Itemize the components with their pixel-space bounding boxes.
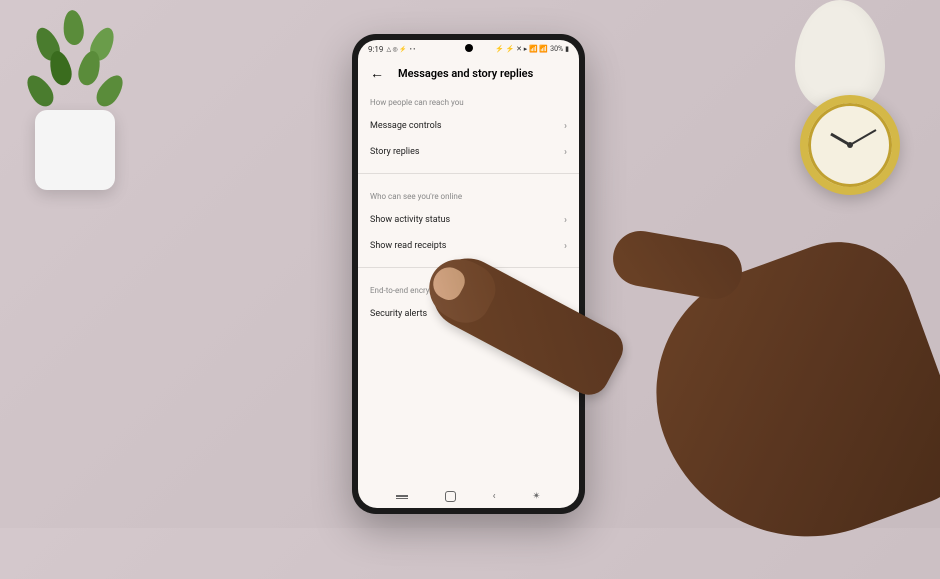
setting-label: Story replies [370, 147, 420, 157]
status-system-icons: ⚡ ⚡ ✕ ▸ 📶 📶 [495, 45, 548, 53]
battery-icon: ▮ [565, 45, 569, 53]
setting-security-alerts[interactable]: Security alerts › [370, 301, 567, 327]
phone-device: 9:19 △ ◎ ⚡ • • ⚡ ⚡ ✕ ▸ 📶 📶 30% ▮ ← Messa… [352, 34, 585, 514]
setting-label: Security alerts [370, 309, 427, 319]
plant-decoration [20, 0, 130, 190]
divider [358, 267, 579, 268]
setting-read-receipts[interactable]: Show read receipts › [370, 233, 567, 259]
status-bar: 9:19 △ ◎ ⚡ • • ⚡ ⚡ ✕ ▸ 📶 📶 30% ▮ [358, 40, 579, 58]
clock-decoration [765, 0, 915, 200]
chevron-right-icon: › [564, 309, 567, 320]
chevron-right-icon: › [564, 241, 567, 252]
section-label-reach: How people can reach you [370, 88, 567, 113]
camera-hole [465, 44, 473, 52]
nav-back-button[interactable]: ‹ [493, 491, 496, 502]
nav-home-button[interactable] [445, 491, 456, 502]
setting-label: Message controls [370, 121, 442, 131]
android-nav-bar: ‹ ✴ [358, 484, 579, 508]
settings-body: How people can reach you Message control… [358, 88, 579, 327]
status-dots: • • [410, 46, 416, 53]
nav-recents-button[interactable] [396, 495, 408, 497]
chevron-right-icon: › [564, 121, 567, 132]
app-header: ← Messages and story replies [358, 58, 579, 88]
setting-message-controls[interactable]: Message controls › [370, 113, 567, 139]
setting-label: Show activity status [370, 215, 450, 225]
setting-activity-status[interactable]: Show activity status › [370, 207, 567, 233]
status-notification-icons: △ ◎ ⚡ [386, 46, 406, 53]
setting-story-replies[interactable]: Story replies › [370, 139, 567, 165]
divider [358, 173, 579, 174]
chevron-right-icon: › [564, 215, 567, 226]
nav-accessibility-button[interactable]: ✴ [532, 491, 540, 502]
status-time: 9:19 [368, 45, 383, 54]
back-arrow-icon[interactable]: ← [370, 65, 384, 82]
chevron-right-icon: › [564, 147, 567, 158]
phone-screen: 9:19 △ ◎ ⚡ • • ⚡ ⚡ ✕ ▸ 📶 📶 30% ▮ ← Messa… [358, 40, 579, 508]
section-label-encryption: End-to-end encryption [370, 276, 567, 301]
status-battery-percent: 30% [550, 45, 563, 53]
page-title: Messages and story replies [398, 67, 533, 80]
section-label-online: Who can see you're online [370, 182, 567, 207]
setting-label: Show read receipts [370, 241, 446, 251]
